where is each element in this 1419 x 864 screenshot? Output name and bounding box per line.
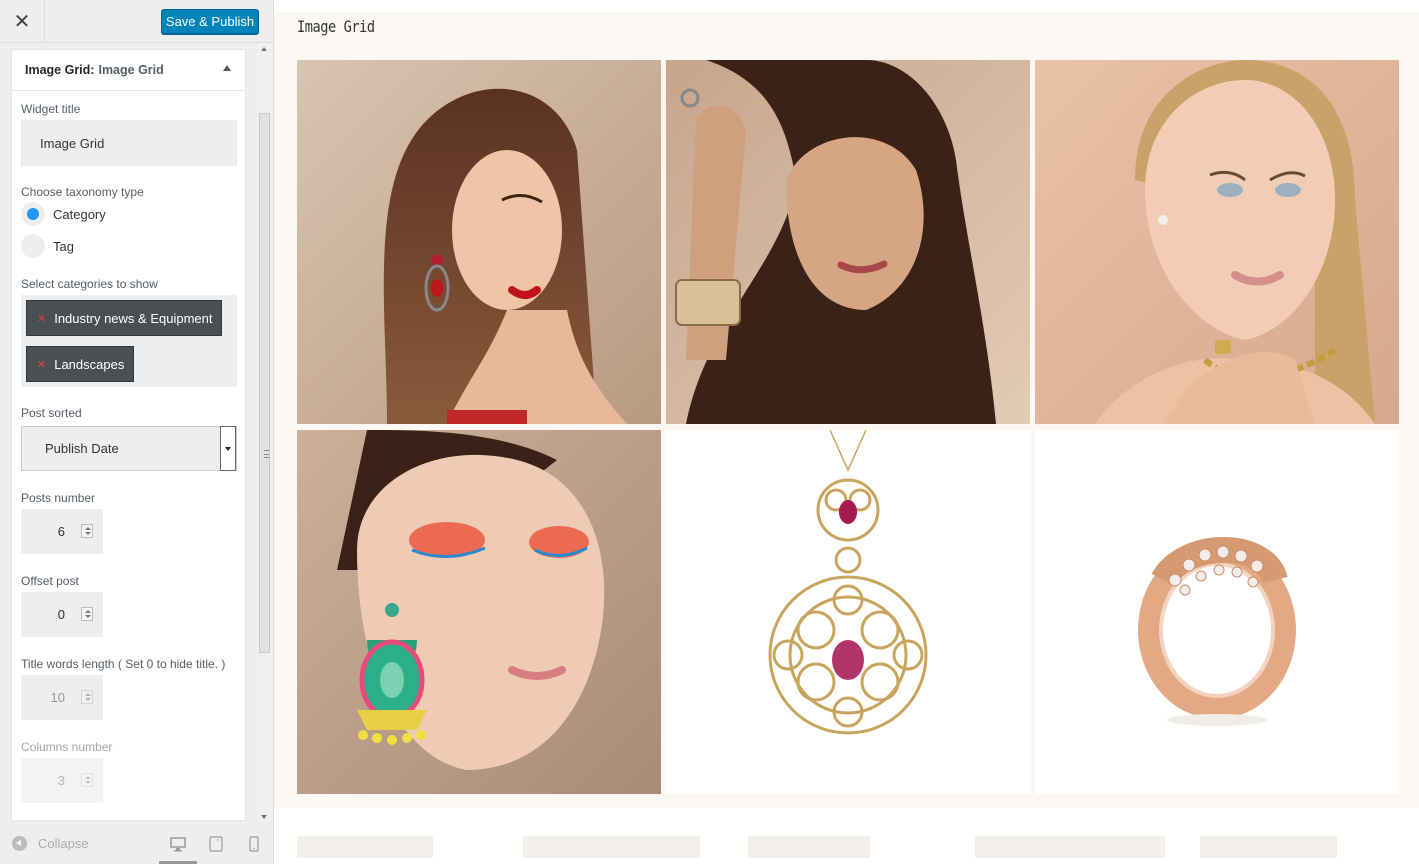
offset-post-value: 0 (57, 607, 65, 622)
faded-footer-item (1200, 836, 1337, 858)
spinner-icon[interactable] (81, 773, 93, 787)
woman-red-earring-image (297, 60, 661, 424)
tablet-preview-icon[interactable] (208, 836, 224, 852)
taxonomy-type-label: Choose taxonomy type (21, 185, 144, 199)
widget-title-input[interactable]: Image Grid (21, 120, 237, 166)
columns-number-stepper[interactable]: 3 (21, 758, 103, 803)
spinner-icon[interactable] (81, 524, 93, 538)
faded-footer-item (523, 836, 700, 858)
columns-number-value: 3 (57, 773, 65, 788)
collapse-button[interactable]: Collapse (12, 836, 89, 851)
categories-multiselect[interactable]: ✕ Industry news & Equipment ✕ Landscapes (21, 295, 237, 387)
category-tag-label: Industry news & Equipment (54, 310, 213, 326)
radio-category-label: Category (53, 206, 106, 222)
columns-number-label: Columns number (21, 740, 113, 754)
title-words-stepper[interactable]: 10 (21, 675, 103, 720)
woman-colorful-makeup-image (297, 430, 661, 794)
radio-tag[interactable]: Tag (21, 234, 74, 258)
dropdown-arrow-icon[interactable] (220, 426, 236, 471)
widget-type-label: Image Grid: (25, 63, 95, 77)
remove-tag-icon[interactable]: ✕ (37, 312, 46, 325)
posts-number-value: 6 (57, 524, 65, 539)
collapse-arrow-circle-icon (12, 836, 27, 851)
image-tile-colorful-makeup[interactable] (297, 430, 661, 794)
widget-title-label: Widget title (21, 102, 81, 116)
sidebar-footer: Collapse (0, 824, 273, 864)
image-grid-title: Image Grid (297, 17, 375, 36)
sidebar-header: ✕ Save & Publish (0, 0, 273, 43)
collapse-arrow-icon[interactable] (223, 65, 231, 71)
mobile-preview-icon[interactable] (246, 836, 262, 852)
image-tile-diamond-ring[interactable] (1035, 430, 1399, 794)
widget-panel-header[interactable]: Image Grid: Image Grid (12, 50, 245, 91)
sidebar-scrollbar[interactable] (257, 43, 272, 823)
collapse-label: Collapse (38, 836, 89, 851)
spinner-icon[interactable] (81, 690, 93, 704)
radio-checked-icon[interactable] (21, 202, 45, 226)
image-tile-gold-pendant[interactable] (666, 430, 1030, 794)
post-sorted-value: Publish Date (45, 441, 119, 456)
widget-panel: Image Grid: Image Grid Widget title Imag… (11, 49, 246, 821)
faded-footer-item (975, 836, 1165, 858)
woman-dark-hair-bracelet-image (666, 60, 1030, 424)
radio-unchecked-icon[interactable] (21, 234, 45, 258)
scrollbar-thumb[interactable] (259, 113, 270, 653)
blonde-woman-necklace-image (1035, 60, 1399, 424)
site-preview: Image Grid (274, 0, 1419, 864)
offset-post-stepper[interactable]: 0 (21, 592, 103, 637)
category-tag[interactable]: ✕ Landscapes (26, 346, 135, 382)
title-words-value: 10 (50, 690, 65, 705)
image-tile-blonde-woman[interactable] (1035, 60, 1399, 424)
posts-number-label: Posts number (21, 491, 96, 505)
categories-label: Select categories to show (21, 277, 158, 291)
post-sorted-select[interactable]: Publish Date (21, 426, 237, 471)
widget-instance-label: Image Grid (98, 63, 164, 77)
category-tag[interactable]: ✕ Industry news & Equipment (26, 300, 223, 336)
save-publish-button[interactable]: Save & Publish (161, 9, 259, 34)
grip-icon (264, 450, 269, 458)
category-tag-label: Landscapes (54, 356, 125, 372)
offset-post-label: Offset post (21, 574, 79, 588)
gold-filigree-pendant-image (666, 430, 1030, 794)
remove-tag-icon[interactable]: ✕ (37, 358, 46, 371)
posts-number-stepper[interactable]: 6 (21, 509, 103, 554)
desktop-preview-icon[interactable] (170, 836, 186, 852)
image-tile-woman-red-earring[interactable] (297, 60, 661, 424)
customizer-sidebar: ✕ Save & Publish Image Grid: Image Grid … (0, 0, 274, 864)
radio-tag-label: Tag (53, 238, 74, 254)
rose-gold-diamond-ring-image (1035, 430, 1399, 794)
image-tile-woman-dark-hair[interactable] (666, 60, 1030, 424)
scroll-down-icon[interactable] (261, 815, 267, 819)
close-icon[interactable]: ✕ (0, 0, 45, 43)
scroll-up-icon[interactable] (261, 47, 267, 51)
post-sorted-label: Post sorted (21, 406, 82, 420)
radio-category[interactable]: Category (21, 202, 106, 226)
spinner-icon[interactable] (81, 607, 93, 621)
title-words-label: Title words length ( Set 0 to hide title… (21, 657, 226, 671)
faded-footer-item (748, 836, 870, 858)
faded-footer-item (297, 836, 433, 858)
